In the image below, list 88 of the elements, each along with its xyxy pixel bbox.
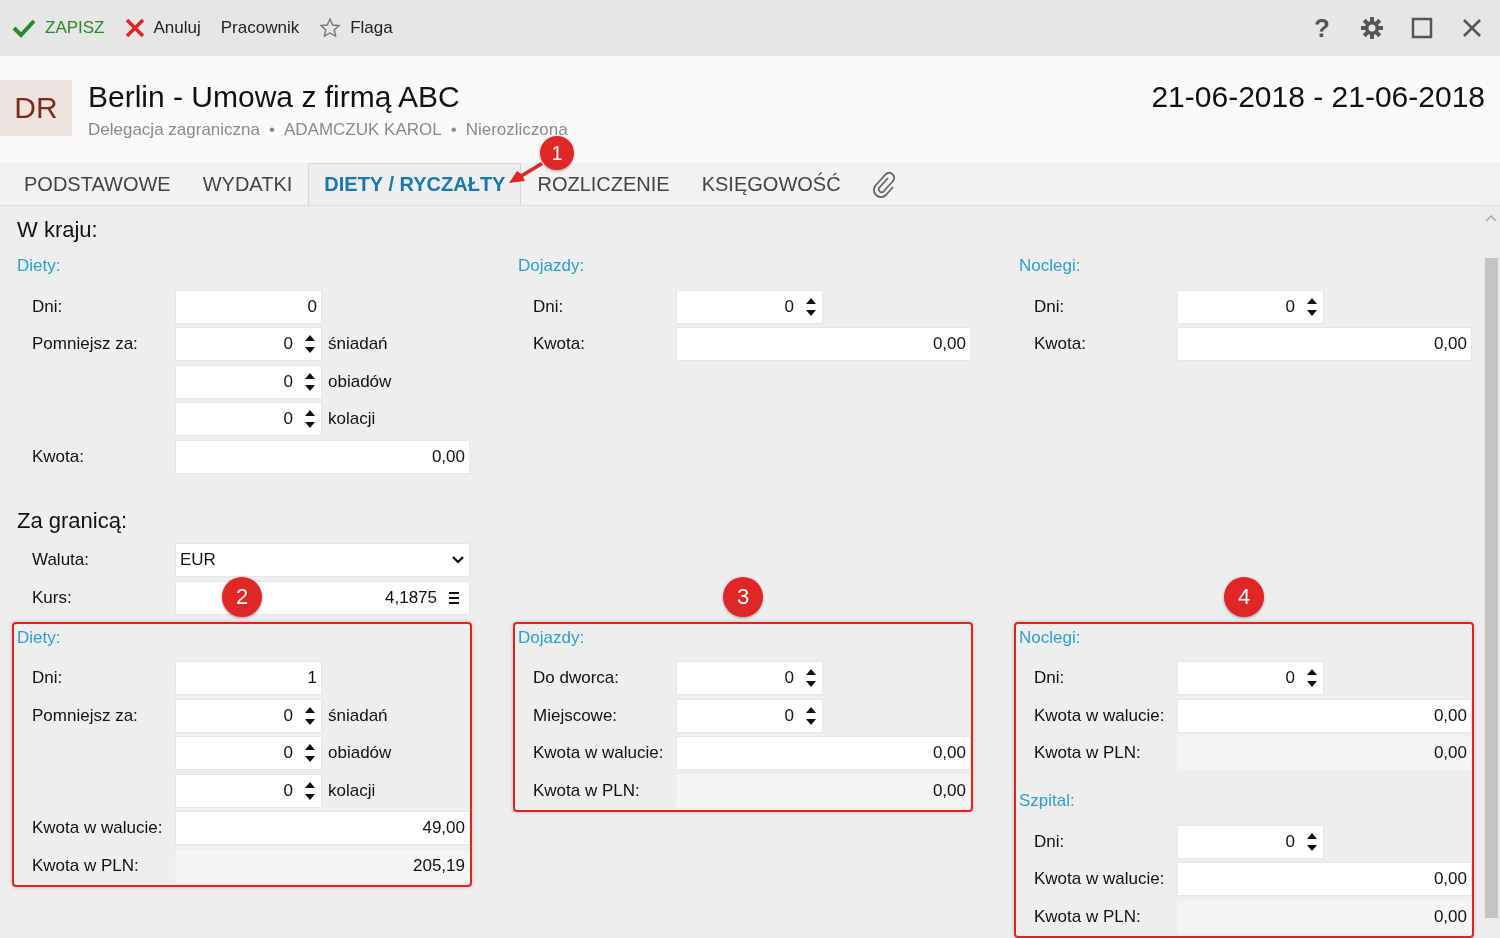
group-title: Diety: (17, 255, 62, 277)
number-spinner[interactable]: 0 (175, 327, 322, 362)
number-spinner[interactable]: 0 (175, 736, 322, 771)
amount-field[interactable]: 49,00 (175, 811, 470, 846)
field-label: Dni: (1033, 668, 1066, 689)
unit-label: obiadów (328, 371, 392, 392)
currency-dropdown[interactable]: EUR (175, 543, 470, 578)
paperclip-icon[interactable] (870, 170, 897, 198)
field-label: Pomniejsz za: (31, 705, 139, 726)
group-title: Szpital: (1019, 790, 1076, 812)
number-field[interactable]: 1 (175, 661, 322, 696)
check-icon (12, 18, 36, 38)
section-title: Za granicą: (16, 506, 129, 535)
field-label: Kwota: (31, 446, 85, 467)
help-button[interactable]: ? (1306, 12, 1338, 44)
unit-label: obiadów (328, 743, 392, 764)
number-spinner[interactable]: 0 (175, 402, 322, 437)
group-title: Noclegi: (1019, 255, 1082, 277)
callout-badge: 4 (1224, 576, 1264, 617)
field-label: Kwota: (532, 334, 586, 355)
field-label: Dni: (1033, 296, 1066, 317)
field-label: Kurs: (31, 587, 73, 608)
group-title: Diety: (17, 626, 62, 649)
number-spinner[interactable]: 0 (175, 698, 322, 733)
field-label: Kwota w PLN: (532, 780, 641, 801)
amount-field[interactable]: 0,00 (175, 439, 470, 474)
unit-label: śniadań (328, 334, 388, 355)
field-label: Waluta: (31, 550, 90, 571)
close-icon (124, 18, 145, 38)
amount-field[interactable]: 0,00 (1177, 862, 1472, 897)
toolbar-button[interactable]: Pracownik (210, 12, 310, 44)
field-label: Kwota w walucie: (1033, 869, 1166, 890)
amount-field[interactable]: 0,00 (1177, 327, 1472, 362)
amount-field[interactable]: 0,00 (1177, 698, 1472, 733)
document-title: Berlin - Umowa z firmą ABC (88, 80, 461, 114)
amount-readonly-field: 0,00 (1177, 736, 1472, 771)
tab[interactable]: PODSTAWOWE (8, 163, 187, 205)
save-button[interactable]: ZAPISZ (2, 12, 115, 44)
field-label: Kwota w PLN: (31, 855, 140, 876)
separator-dot: • (450, 119, 457, 141)
field-label: Miejscowe: (532, 705, 619, 726)
field-label: Dni: (1033, 831, 1066, 852)
document-meta: ADAMCZUK KAROL (283, 119, 442, 141)
amount-readonly-field: 0,00 (1177, 899, 1472, 934)
tab[interactable]: DIETY / RYCZAŁTY (308, 163, 522, 205)
chevron-down-icon (451, 555, 465, 566)
callout-badge: 3 (723, 576, 763, 617)
document-badge: DR (0, 80, 72, 136)
number-spinner[interactable]: 0 (1177, 661, 1324, 696)
field-label: Kwota w PLN: (1033, 906, 1142, 927)
document-meta: Delegacja zagraniczna (88, 119, 260, 141)
unit-label: kolacji (328, 409, 376, 430)
number-spinner[interactable]: 0 (676, 289, 823, 324)
number-spinner[interactable]: 0 (1177, 824, 1324, 859)
amount-readonly-field: 0,00 (676, 773, 971, 808)
field-label: Dni: (532, 296, 565, 317)
tab[interactable]: WYDATKI (186, 163, 309, 205)
amount-readonly-field: 205,19 (175, 848, 470, 883)
unit-label: kolacji (328, 780, 376, 801)
number-spinner[interactable]: 0 (175, 773, 322, 808)
amount-field[interactable]: 0,00 (676, 327, 971, 362)
group-title: Noclegi: (1019, 626, 1082, 649)
unit-label: śniadań (328, 705, 388, 726)
flag-button[interactable]: Flaga (309, 11, 403, 45)
number-spinner[interactable]: 0 (676, 698, 823, 733)
number-spinner[interactable]: 0 (676, 661, 823, 696)
number-spinner[interactable]: 0 (175, 364, 322, 399)
amount-field[interactable]: 0,00 (676, 736, 971, 771)
field-label: Kwota: (1033, 334, 1087, 355)
field-label: Kwota w PLN: (1033, 743, 1142, 764)
field-label: Kwota w walucie: (1033, 705, 1166, 726)
field-label: Do dworca: (532, 668, 620, 689)
field-label: Dni: (31, 296, 64, 317)
field-label: Kwota w walucie: (532, 743, 665, 764)
number-spinner[interactable]: 0 (1177, 289, 1324, 324)
field-label: Kwota w walucie: (31, 818, 164, 839)
close-icon (1462, 18, 1482, 38)
tab[interactable]: KSIĘGOWOŚĆ (685, 163, 857, 205)
field-label: Pomniejsz za: (31, 334, 139, 355)
cancel-button[interactable]: Anuluj (114, 12, 211, 44)
number-field[interactable]: 0 (175, 289, 322, 324)
star-icon (319, 17, 342, 39)
separator-dot: • (269, 119, 275, 141)
date-range: 21-06-2018 - 21-06-2018 (1151, 80, 1486, 114)
group-title: Dojazdy: (518, 626, 586, 649)
field-label: Dni: (31, 668, 64, 689)
group-title: Dojazdy: (518, 255, 586, 277)
section-title: W kraju: (16, 216, 99, 244)
